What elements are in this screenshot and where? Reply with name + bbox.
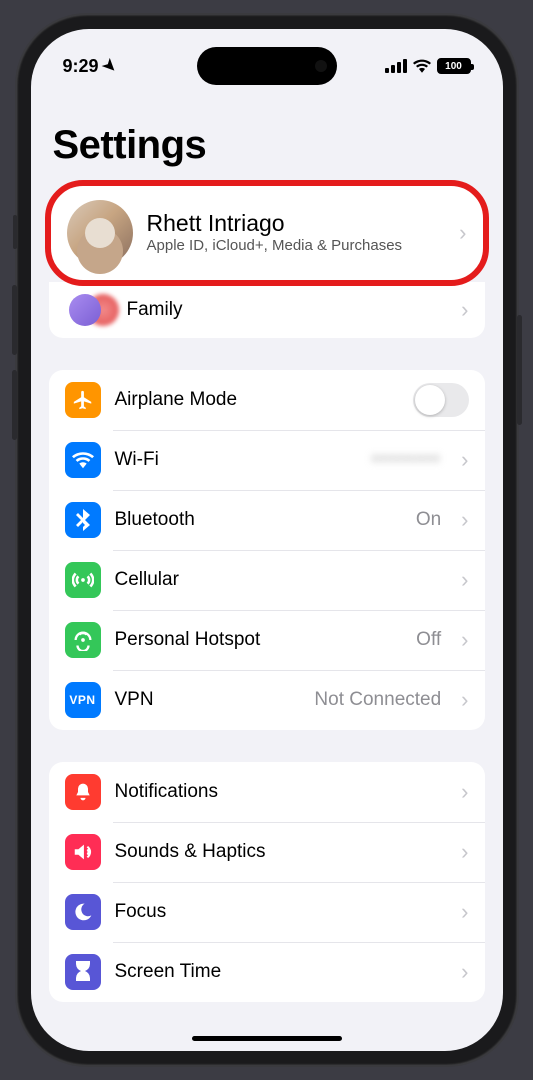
sounds-row[interactable]: Sounds & Haptics › bbox=[49, 822, 485, 882]
screentime-icon bbox=[65, 954, 101, 990]
cellular-signal-icon bbox=[385, 59, 407, 73]
focus-icon bbox=[65, 894, 101, 930]
hotspot-icon bbox=[65, 622, 101, 658]
bluetooth-label: Bluetooth bbox=[115, 509, 402, 531]
chevron-icon: › bbox=[461, 447, 468, 473]
cellular-row[interactable]: Cellular › bbox=[49, 550, 485, 610]
screentime-label: Screen Time bbox=[115, 961, 448, 983]
vpn-value: Not Connected bbox=[314, 689, 441, 711]
airplane-toggle[interactable] bbox=[413, 383, 469, 417]
account-subtitle: Apple ID, iCloud+, Media & Purchases bbox=[147, 237, 446, 256]
focus-label: Focus bbox=[115, 901, 448, 923]
wifi-row[interactable]: Wi-Fi •••••••• › bbox=[49, 430, 485, 490]
chevron-icon: › bbox=[459, 220, 466, 246]
location-icon: ➤ bbox=[97, 54, 121, 78]
screentime-row[interactable]: Screen Time › bbox=[49, 942, 485, 1002]
chevron-icon: › bbox=[461, 627, 468, 653]
hotspot-row[interactable]: Personal Hotspot Off › bbox=[49, 610, 485, 670]
battery-icon: 100 bbox=[437, 58, 471, 74]
wifi-status-icon bbox=[413, 59, 431, 73]
notifications-label: Notifications bbox=[115, 781, 448, 803]
chevron-icon: › bbox=[461, 687, 468, 713]
page-title: Settings bbox=[31, 93, 503, 180]
chevron-icon: › bbox=[461, 959, 468, 985]
wifi-label: Wi-Fi bbox=[115, 449, 358, 471]
battery-level: 100 bbox=[445, 61, 462, 72]
focus-row[interactable]: Focus › bbox=[49, 882, 485, 942]
chevron-icon: › bbox=[461, 779, 468, 805]
vpn-icon: VPN bbox=[65, 682, 101, 718]
apple-id-row[interactable]: Rhett Intriago Apple ID, iCloud+, Media … bbox=[51, 186, 483, 280]
avatar bbox=[67, 200, 133, 266]
account-name: Rhett Intriago bbox=[147, 210, 446, 236]
chevron-icon: › bbox=[461, 567, 468, 593]
notifications-icon bbox=[65, 774, 101, 810]
hotspot-label: Personal Hotspot bbox=[115, 629, 403, 651]
sounds-label: Sounds & Haptics bbox=[115, 841, 448, 863]
cellular-label: Cellular bbox=[115, 569, 448, 591]
chevron-icon: › bbox=[461, 839, 468, 865]
network-group: Airplane Mode Wi-Fi •••••••• › Bluetooth… bbox=[49, 370, 485, 730]
airplane-icon bbox=[65, 382, 101, 418]
wifi-value: •••••••• bbox=[372, 449, 441, 471]
vpn-badge-text: VPN bbox=[69, 693, 95, 707]
cellular-icon bbox=[65, 562, 101, 598]
family-avatars-icon bbox=[69, 294, 113, 326]
home-indicator[interactable] bbox=[192, 1036, 342, 1041]
chevron-icon: › bbox=[461, 507, 468, 533]
family-label: Family bbox=[127, 299, 448, 321]
vpn-row[interactable]: VPN VPN Not Connected › bbox=[49, 670, 485, 730]
bluetooth-icon bbox=[65, 502, 101, 538]
apple-id-highlight: Rhett Intriago Apple ID, iCloud+, Media … bbox=[45, 180, 489, 286]
notifications-row[interactable]: Notifications › bbox=[49, 762, 485, 822]
chevron-icon: › bbox=[461, 297, 468, 323]
chevron-icon: › bbox=[461, 899, 468, 925]
airplane-label: Airplane Mode bbox=[115, 389, 399, 411]
vpn-label: VPN bbox=[115, 689, 301, 711]
airplane-mode-row[interactable]: Airplane Mode bbox=[49, 370, 485, 430]
system-group: Notifications › Sounds & Haptics › Focus… bbox=[49, 762, 485, 1002]
bluetooth-value: On bbox=[416, 509, 441, 531]
family-row[interactable]: Family › bbox=[49, 282, 485, 338]
sounds-icon bbox=[65, 834, 101, 870]
hotspot-value: Off bbox=[416, 629, 441, 651]
bluetooth-row[interactable]: Bluetooth On › bbox=[49, 490, 485, 550]
clock: 9:29 bbox=[63, 56, 99, 77]
wifi-icon bbox=[65, 442, 101, 478]
